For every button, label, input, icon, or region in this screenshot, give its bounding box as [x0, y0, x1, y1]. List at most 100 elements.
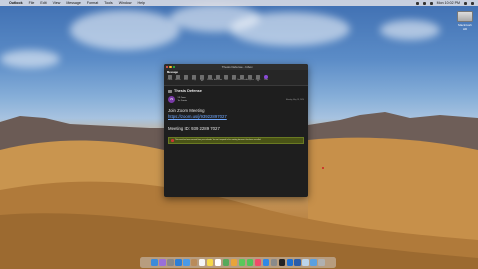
- button-label: Rules: [231, 79, 237, 81]
- junk-button[interactable]: Junk: [223, 75, 229, 81]
- archive-button[interactable]: Archive: [175, 75, 181, 81]
- avatar[interactable]: VS: [168, 96, 175, 103]
- mail-icon[interactable]: [182, 259, 190, 266]
- drive-label: Macintosh HD: [458, 23, 472, 31]
- ribbon-toolbar: Delete Archive Move Reply Reply All Forw…: [164, 74, 308, 86]
- mouse-cursor: [322, 167, 324, 169]
- move-button[interactable]: Move: [183, 75, 189, 81]
- desktop-drive-icon[interactable]: Macintosh HD: [457, 11, 473, 31]
- terminal-icon[interactable]: [278, 259, 286, 266]
- mail-window: Thesis Defense - Inbox Message Delete Ar…: [164, 64, 308, 197]
- attachment-button[interactable]: Attachment: [213, 75, 223, 81]
- button-label: Delete: [167, 79, 173, 81]
- message-reader: Thesis Defense VS VS Zoom To: Guests Mon…: [164, 86, 308, 147]
- maximize-icon[interactable]: [172, 65, 176, 69]
- read-unread-button[interactable]: Read/Unread: [237, 75, 247, 81]
- folder-icon[interactable]: [310, 259, 318, 266]
- appstore-icon[interactable]: [262, 259, 270, 266]
- button-label: Categorize: [246, 79, 254, 81]
- button-label: Forward: [207, 79, 213, 81]
- sender-row: VS VS Zoom To: Guests Monday, May 18, 20…: [168, 96, 304, 103]
- rules-icon: [232, 75, 236, 79]
- outlook-icon[interactable]: [286, 259, 294, 266]
- calendar-icon[interactable]: [198, 259, 206, 266]
- menu-file[interactable]: File: [29, 1, 35, 5]
- close-icon[interactable]: [166, 65, 169, 69]
- facetime-icon[interactable]: [246, 259, 254, 266]
- trash-icon[interactable]: [318, 259, 326, 266]
- button-label: Follow Up: [255, 79, 261, 83]
- forward-button[interactable]: Forward: [207, 75, 213, 81]
- maps-icon[interactable]: [222, 259, 230, 266]
- word-icon[interactable]: [294, 259, 302, 266]
- window-title: Thesis Defense - Inbox: [221, 65, 253, 69]
- junk-icon: [224, 75, 228, 79]
- safari-icon[interactable]: [174, 259, 182, 266]
- menu-tools[interactable]: Tools: [104, 1, 112, 5]
- envelope-icon: [240, 75, 244, 79]
- sender-recipients: To: Guests: [177, 99, 188, 102]
- tag-icon: [248, 75, 252, 79]
- sender-info: VS Zoom To: Guests: [178, 97, 188, 103]
- message-body: Join Zoom Meeting https://zoom.us/j/9392…: [168, 108, 304, 132]
- follow-up-button[interactable]: Follow Up: [255, 75, 261, 83]
- notes-icon[interactable]: [206, 259, 214, 266]
- cancellation-banner: This event has been removed from your ca…: [168, 137, 304, 144]
- flag-icon: [256, 75, 260, 79]
- categorize-button[interactable]: Categorize: [246, 75, 254, 81]
- control-center-icon[interactable]: [471, 1, 474, 5]
- search-icon[interactable]: [464, 1, 467, 5]
- calendar-icon: [168, 89, 172, 93]
- banner-text: This event has been removed from your ca…: [175, 139, 262, 141]
- tab-message[interactable]: Message: [167, 71, 178, 74]
- reply-all-button[interactable]: Reply All: [199, 75, 205, 83]
- finder-icon[interactable]: [150, 259, 158, 266]
- menu-message[interactable]: Message: [66, 1, 81, 5]
- preview-icon[interactable]: [302, 259, 310, 266]
- button-label: Archive: [175, 79, 181, 81]
- meeting-id: Meeting ID: 939 2289 7027: [168, 126, 220, 131]
- wifi-icon[interactable]: [415, 1, 419, 5]
- reply-all-icon: [200, 75, 204, 79]
- archive-icon: [176, 75, 180, 79]
- menu-edit[interactable]: Edit: [40, 1, 46, 5]
- reminders-icon[interactable]: [214, 259, 222, 266]
- menu-format[interactable]: Format: [87, 1, 98, 5]
- reply-button[interactable]: Reply: [191, 75, 197, 81]
- battery-icon[interactable]: [422, 1, 426, 5]
- delete-button[interactable]: Delete: [167, 75, 173, 81]
- menu-help[interactable]: Help: [137, 1, 144, 5]
- button-label: Junk: [224, 79, 228, 81]
- button-label: Move: [184, 79, 188, 81]
- messages-icon[interactable]: [238, 259, 246, 266]
- minimize-icon[interactable]: [169, 65, 172, 69]
- photos-icon[interactable]: [230, 259, 238, 266]
- zoom-link[interactable]: https://zoom.us/j/93922897027: [168, 114, 304, 120]
- reply-icon: [192, 75, 196, 79]
- menu-view[interactable]: View: [53, 1, 61, 5]
- settings-icon[interactable]: [270, 259, 278, 266]
- clock[interactable]: Mon 10:02 PM: [437, 1, 460, 5]
- zoom-icon: [264, 75, 268, 79]
- message-date: Monday, May 18, 2020: [285, 98, 304, 101]
- trash-icon: [168, 75, 172, 79]
- contacts-icon[interactable]: [190, 259, 198, 266]
- siri-icon[interactable]: [158, 259, 166, 266]
- music-icon[interactable]: [254, 259, 262, 266]
- button-label: Attachment: [213, 79, 223, 81]
- rules-button[interactable]: Rules: [231, 75, 237, 81]
- button-label: Zoom: [263, 79, 269, 81]
- launchpad-icon[interactable]: [166, 259, 174, 266]
- forward-icon: [208, 75, 212, 79]
- menu-app-name[interactable]: Outlook: [9, 1, 23, 5]
- dock: [140, 257, 336, 268]
- volume-icon[interactable]: [429, 1, 433, 5]
- menu-bar: Outlook File Edit View Message Format To…: [0, 0, 478, 6]
- paperclip-icon: [216, 75, 220, 79]
- menu-window[interactable]: Window: [119, 1, 132, 5]
- subject-text: Thesis Defense: [174, 89, 202, 93]
- button-label: Reply All: [199, 79, 205, 83]
- status-area: Mon 10:02 PM: [415, 1, 474, 5]
- zoom-button[interactable]: Zoom: [263, 75, 269, 81]
- hard-drive-icon: [457, 11, 473, 22]
